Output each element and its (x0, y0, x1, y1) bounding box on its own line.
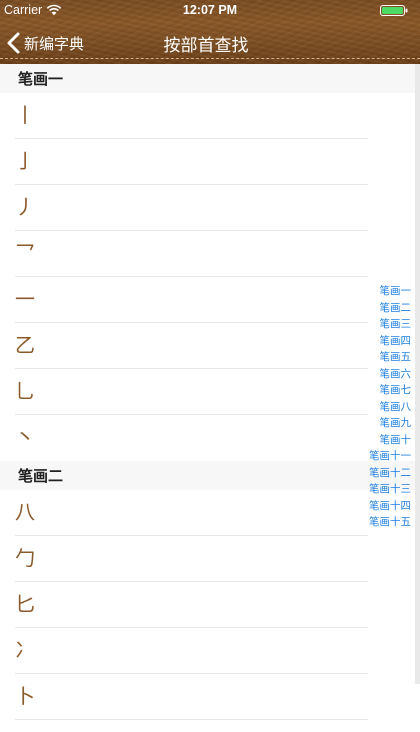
index-item-stroke-9[interactable]: 笔画九 (368, 415, 416, 432)
page-title: 按部首查找 (163, 36, 249, 56)
list-item[interactable]: 乙 (0, 323, 416, 369)
list-item[interactable]: 冫 (0, 628, 416, 674)
index-item-stroke-4[interactable]: 笔画四 (368, 333, 416, 350)
index-item-stroke-10[interactable]: 笔画十 (368, 432, 416, 449)
list-item[interactable]: 匕 (0, 582, 416, 628)
list-item[interactable]: 丶 (0, 415, 416, 461)
screen: Carrier 12:07 PM 新编字典 按部首查找 笔画一 丨 亅 丿 乛 … (0, 0, 420, 732)
index-item-stroke-7[interactable]: 笔画七 (368, 382, 416, 399)
radical-label: 乛 (15, 241, 35, 265)
list-item[interactable]: 乚 (0, 369, 416, 415)
battery-icon (380, 5, 408, 16)
list-item[interactable]: 卜 (0, 674, 416, 720)
radical-label: 勹 (15, 546, 35, 570)
radical-label: 八 (15, 500, 35, 524)
radical-label: 一 (15, 287, 35, 311)
list-item[interactable]: 勹 (0, 536, 416, 582)
index-item-stroke-1[interactable]: 笔画一 (368, 283, 416, 300)
radical-label: 乚 (15, 379, 35, 403)
list-item[interactable]: 丿 (0, 185, 416, 231)
list-item[interactable]: 亅 (0, 139, 416, 185)
radical-label: 亅 (15, 149, 35, 173)
radical-label: 丿 (15, 195, 35, 219)
index-item-stroke-6[interactable]: 笔画六 (368, 366, 416, 383)
list-item[interactable]: 厂 (0, 720, 416, 732)
list-item[interactable]: 乛 (0, 231, 416, 277)
radical-list[interactable]: 笔画一 丨 亅 丿 乛 一 乙 乚 丶 笔画二 八 勹 匕 冫 卜 厂 (0, 64, 416, 732)
header-stitching (0, 58, 420, 59)
index-item-stroke-3[interactable]: 笔画三 (368, 316, 416, 333)
section-stroke-2: 笔画二 八 勹 匕 冫 卜 厂 (0, 461, 416, 732)
radical-label: 丨 (15, 103, 35, 127)
index-item-stroke-14[interactable]: 笔画十四 (368, 498, 416, 515)
index-item-stroke-15[interactable]: 笔画十五 (368, 514, 416, 531)
list-item[interactable]: 八 (0, 490, 416, 536)
section-index-bar[interactable]: 笔画一 笔画二 笔画三 笔画四 笔画五 笔画六 笔画七 笔画八 笔画九 笔画十 … (368, 283, 416, 531)
status-time: 12:07 PM (182, 3, 238, 17)
list-item[interactable]: 一 (0, 277, 416, 323)
radical-label: 匕 (15, 592, 35, 616)
section-header: 笔画二 (0, 461, 416, 490)
radical-label: 卜 (15, 684, 35, 708)
status-bar: Carrier 12:07 PM (0, 0, 420, 20)
index-item-stroke-12[interactable]: 笔画十二 (368, 465, 416, 482)
radical-label: 丶 (15, 425, 35, 449)
section-header: 笔画一 (0, 64, 416, 93)
section-stroke-1: 笔画一 丨 亅 丿 乛 一 乙 乚 丶 (0, 64, 416, 461)
radical-label: 乙 (15, 333, 35, 357)
radical-label: 冫 (15, 638, 35, 662)
index-item-stroke-2[interactable]: 笔画二 (368, 300, 416, 317)
radical-label: 厂 (15, 728, 35, 732)
index-item-stroke-5[interactable]: 笔画五 (368, 349, 416, 366)
navigation-header: Carrier 12:07 PM 新编字典 按部首查找 (0, 0, 420, 64)
index-item-stroke-8[interactable]: 笔画八 (368, 399, 416, 416)
index-item-stroke-13[interactable]: 笔画十三 (368, 481, 416, 498)
index-item-stroke-11[interactable]: 笔画十一 (368, 448, 416, 465)
list-item[interactable]: 丨 (0, 93, 416, 139)
